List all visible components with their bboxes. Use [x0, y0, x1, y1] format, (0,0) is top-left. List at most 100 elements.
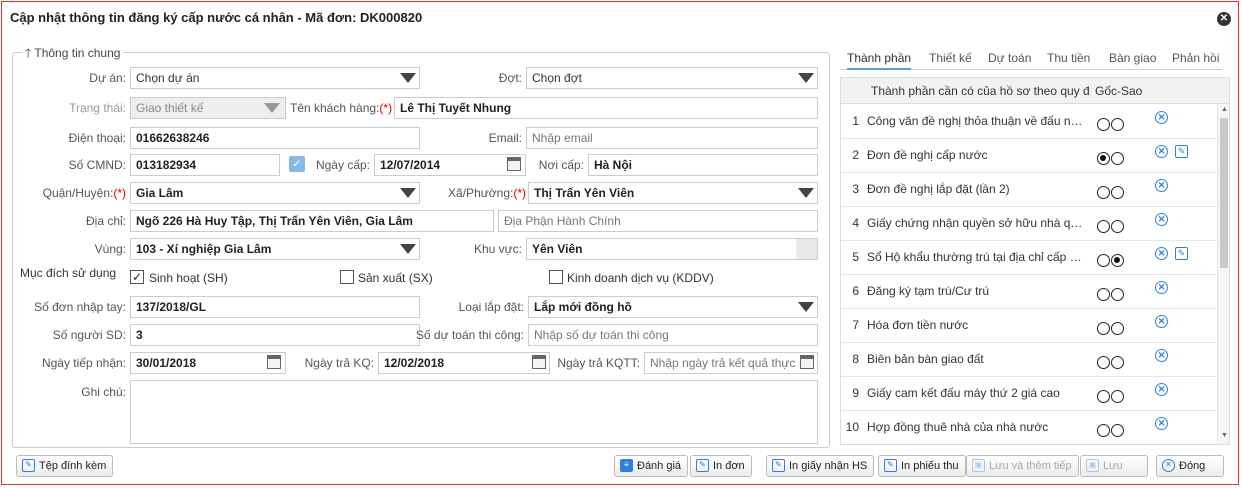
calendar-icon[interactable] [507, 157, 521, 171]
tab-du-toan[interactable]: Dự toán [988, 51, 1031, 65]
ngay-tiep-nhan-input[interactable]: 30/01/2018 [130, 352, 286, 374]
remove-icon[interactable]: ✕ [1155, 349, 1168, 362]
du-an-select[interactable]: Chọn dự án [130, 67, 420, 89]
quan-huyen-select[interactable]: Gia Lâm [130, 182, 420, 204]
tab-phan-hoi[interactable]: Phản hồi [1172, 51, 1219, 65]
ngay-cap-input[interactable]: 12/07/2014 [374, 154, 526, 176]
sinh-hoat-checkbox[interactable]: ✓ [130, 270, 144, 284]
row-number: 10 [845, 420, 859, 434]
print-receipt-button[interactable]: ✎ In giấy nhận HS [766, 455, 875, 477]
remove-icon[interactable]: ✕ [1155, 281, 1168, 294]
sao-radio[interactable] [1111, 186, 1124, 199]
print-bill-button[interactable]: ✎ In phiếu thu [878, 455, 966, 477]
evaluate-button[interactable]: ≡ Đánh giá [614, 455, 689, 477]
ten-kh-input[interactable]: Lê Thị Tuyết Nhung [394, 97, 818, 119]
loai-lap-dat-label: Loại lắp đặt: [458, 300, 524, 314]
so-nguoi-input[interactable]: 3 [130, 324, 420, 346]
goc-radio[interactable] [1097, 322, 1110, 335]
loai-lap-dat-select[interactable]: Lắp mới đồng hồ [528, 296, 818, 318]
save-button[interactable]: ▣ Lưu [1080, 455, 1148, 477]
san-xuat-checkbox[interactable] [340, 270, 354, 284]
scrollbar-thumb[interactable] [1220, 118, 1228, 268]
goc-radio[interactable] [1097, 424, 1110, 437]
goc-radio[interactable] [1097, 288, 1110, 301]
vung-select[interactable]: 103 - Xí nghiệp Gia Lâm [130, 238, 420, 260]
dien-thoai-label: Điện thoại: [68, 131, 126, 145]
sao-radio[interactable] [1111, 152, 1124, 165]
so-don-input[interactable]: 137/2018/GL [130, 296, 420, 318]
component-row: 8 Biên bản bàn giao đất ✕ [841, 343, 1217, 377]
chevron-down-icon[interactable] [400, 244, 416, 254]
khu-vuc-select[interactable]: Yên Viên [526, 238, 818, 260]
sao-radio[interactable] [1111, 322, 1124, 335]
scroll-up-icon[interactable]: ▲ [1221, 106, 1228, 113]
tab-ban-giao[interactable]: Bàn giao [1109, 51, 1156, 65]
goc-radio[interactable] [1097, 356, 1110, 369]
save-and-add-button[interactable]: ▣ Lưu và thêm tiếp [966, 455, 1079, 477]
tab-thanh-phan[interactable]: Thành phần [847, 51, 912, 70]
sao-radio[interactable] [1111, 288, 1124, 301]
chevron-down-icon [264, 103, 280, 113]
kinh-doanh-checkbox[interactable] [549, 270, 563, 284]
remove-icon[interactable]: ✕ [1155, 315, 1168, 328]
chevron-down-icon[interactable] [798, 302, 814, 312]
edit-icon[interactable]: ✎ [1175, 247, 1188, 260]
print-form-button[interactable]: ✎ In đơn [690, 455, 752, 477]
grid-scrollbar[interactable]: ▲ ▼ [1217, 104, 1229, 444]
remove-icon[interactable]: ✕ [1155, 383, 1168, 396]
chevron-down-icon[interactable] [400, 73, 416, 83]
remove-icon[interactable]: ✕ [1155, 213, 1168, 226]
component-name: Sổ Hộ khẩu thường trú tại địa chỉ cấp n.… [867, 250, 1083, 264]
sao-radio[interactable] [1111, 390, 1124, 403]
edit-icon: ✎ [884, 459, 897, 472]
goc-radio[interactable] [1097, 186, 1110, 199]
chevron-down-icon[interactable] [400, 188, 416, 198]
sao-radio[interactable] [1111, 254, 1124, 267]
sao-radio[interactable] [1111, 118, 1124, 131]
dien-thoai-input[interactable]: 01662638246 [130, 127, 420, 149]
chevron-down-icon[interactable] [798, 188, 814, 198]
ngay-tra-kqtt-label: Ngày trả KQTT: [557, 356, 640, 370]
component-name: Đơn đề nghị lắp đặt (lần 2) [867, 182, 1010, 196]
calendar-icon[interactable] [267, 355, 281, 369]
remove-icon[interactable]: ✕ [1155, 247, 1168, 260]
remove-icon[interactable]: ✕ [1155, 179, 1168, 192]
ngay-tra-kq-input[interactable]: 12/02/2018 [378, 352, 550, 374]
general-info-legend[interactable]: 🡑 Thông tin chung [22, 44, 124, 65]
email-input[interactable]: Nhập email [526, 127, 818, 149]
sao-radio[interactable] [1111, 424, 1124, 437]
ghi-chu-textarea[interactable] [130, 380, 818, 444]
goc-radio[interactable] [1097, 390, 1110, 403]
remove-icon[interactable]: ✕ [1155, 417, 1168, 430]
xa-phuong-select[interactable]: Thị Trấn Yên Viên [528, 182, 818, 204]
sao-radio[interactable] [1111, 220, 1124, 233]
dia-chi-input[interactable]: Ngõ 226 Hà Huy Tập, Thị Trấn Yên Viên, G… [130, 210, 494, 232]
close-icon[interactable]: ✕ [1217, 12, 1231, 26]
sao-radio[interactable] [1111, 356, 1124, 369]
list-icon: ≡ [620, 459, 633, 472]
save-icon: ▣ [972, 459, 985, 472]
goc-radio[interactable] [1097, 152, 1110, 165]
goc-radio[interactable] [1097, 254, 1110, 267]
dot-select[interactable]: Chọn đợt [526, 67, 818, 89]
goc-radio[interactable] [1097, 220, 1110, 233]
tab-thu-tien[interactable]: Thu tiền [1047, 51, 1090, 65]
attachments-button[interactable]: ✎ Tệp đính kèm [16, 455, 114, 477]
goc-radio[interactable] [1097, 118, 1110, 131]
remove-icon[interactable]: ✕ [1155, 145, 1168, 158]
chevron-down-icon[interactable] [798, 73, 814, 83]
calendar-icon[interactable] [800, 355, 814, 369]
check-icon[interactable]: ✓ [289, 156, 305, 172]
ngay-tra-kqtt-input[interactable]: Nhập ngày trả kết quả thực [644, 352, 818, 374]
dia-phan-hanh-chinh-input[interactable]: Địa Phận Hành Chính [498, 210, 818, 232]
remove-icon[interactable]: ✕ [1155, 111, 1168, 124]
scroll-down-icon[interactable]: ▼ [1221, 432, 1228, 439]
edit-icon[interactable]: ✎ [1175, 145, 1188, 158]
calendar-icon[interactable] [532, 355, 546, 369]
tab-thiet-ke[interactable]: Thiết kế [929, 51, 972, 65]
so-du-toan-input[interactable]: Nhập số dự toán thi công [528, 324, 818, 346]
noi-cap-input[interactable]: Hà Nội [588, 154, 818, 176]
legend-label: Thông tin chung [34, 46, 121, 60]
close-button[interactable]: ✕ Đóng [1156, 455, 1224, 477]
cmnd-input[interactable]: 013182934 [130, 154, 280, 176]
